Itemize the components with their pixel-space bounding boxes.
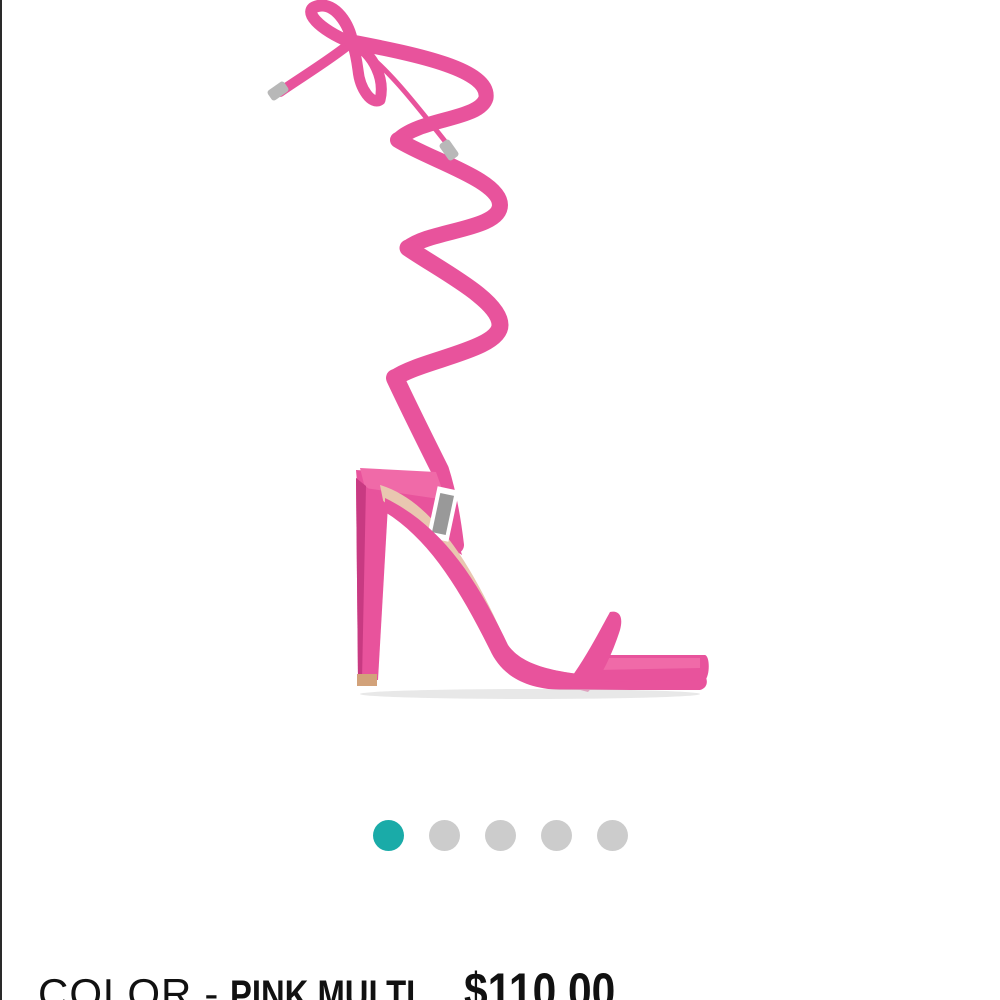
color-separator: - [204,970,219,1000]
carousel-dots [0,820,1000,852]
product-price: $110.00 [464,963,616,1000]
carousel-dot-5[interactable] [596,820,628,851]
carousel-dot-2[interactable] [428,820,460,851]
product-info-row: COLOR - PINK MULTI $110.00 [38,962,642,1000]
carousel-dot-3[interactable] [484,820,516,851]
product-image[interactable] [230,0,750,720]
carousel-dot-4[interactable] [540,820,572,851]
color-label: COLOR [38,970,193,1000]
carousel-dot-1[interactable] [372,820,404,851]
pink-lace-up-heel-sandal-icon [267,0,709,699]
product-page: COLOR - PINK MULTI $110.00 [0,0,1000,1000]
color-value: PINK MULTI [230,973,416,1000]
